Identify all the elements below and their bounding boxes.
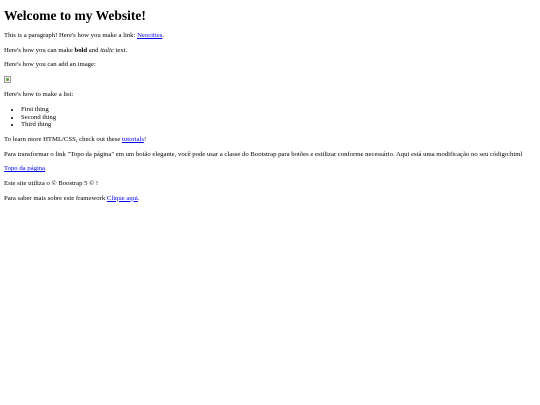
tutorials-link[interactable]: tutorials [122, 136, 144, 143]
italic-text: italic [100, 46, 114, 54]
intro-end: . [162, 32, 164, 40]
learn-more-end: ! [143, 135, 147, 143]
list-item: Third thing [21, 121, 536, 129]
top-of-page-link[interactable]: Topo da página [4, 165, 45, 172]
formatting-text-3: text. [113, 46, 128, 54]
example-list: First thing Second thing Third thing [4, 106, 536, 129]
intro-paragraph: This is a paragraph! Here's how you make… [4, 32, 536, 40]
formatting-text-1: Here's how you can make [4, 46, 75, 54]
page-body: Welcome to my Website! This is a paragra… [0, 0, 540, 202]
top-link-paragraph: Topo da página [4, 165, 536, 173]
neocities-link[interactable]: Neocities [137, 32, 162, 39]
formatting-text-2: and [87, 46, 101, 54]
click-here-link[interactable]: Clique aqui [107, 195, 138, 202]
framework-end: . [137, 194, 140, 202]
formatting-paragraph: Here's how you can make bold and italic … [4, 47, 536, 55]
framework-paragraph: Para saber mais sobre este framework Cli… [4, 195, 536, 203]
bootstrap-note: Para transformar o link "Topo da página"… [4, 150, 523, 158]
image-intro: Here's how you can add an image: [4, 61, 96, 69]
footer-note: Este site utiliza o © Boostrap 5 © ! [4, 180, 99, 188]
learn-more-text: To learn more HTML/CSS, check out these [4, 135, 123, 143]
intro-text: This is a paragraph! Here's how you make… [4, 32, 138, 40]
list-intro: Here's how to make a list: [4, 91, 74, 99]
list-item: First thing [21, 106, 536, 114]
bold-text: bold [74, 46, 88, 54]
learn-more-paragraph: To learn more HTML/CSS, check out these … [4, 136, 536, 144]
broken-image-icon [4, 76, 11, 84]
page-title: Welcome to my Website! [4, 7, 146, 23]
framework-text: Para saber mais sobre este framework [4, 194, 107, 202]
image-row [4, 76, 536, 84]
list-item: Second thing [21, 114, 536, 122]
